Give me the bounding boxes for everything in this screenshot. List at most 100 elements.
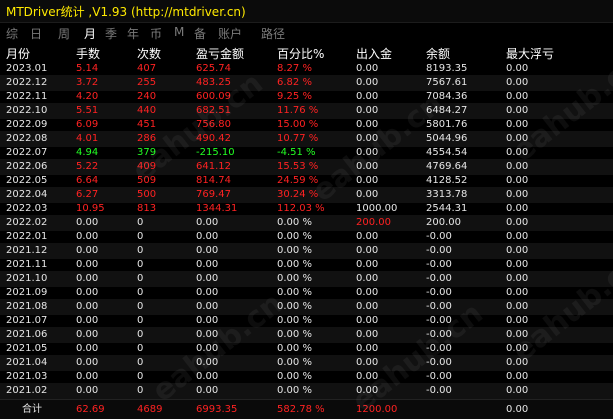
cell-balance: -0.00 <box>426 315 452 326</box>
cell-month: 2021.11 <box>6 259 48 270</box>
cell-percent: 0.00 % <box>277 259 312 270</box>
tab-account[interactable]: 账户 <box>218 25 242 42</box>
cell-balance: 5801.76 <box>426 119 468 130</box>
cell-drawdown: 0.00 <box>506 343 529 354</box>
cell-deposit: 0.00 <box>356 175 379 186</box>
cell-profit: 0.00 <box>196 357 219 368</box>
total-lots: 62.69 <box>76 404 105 415</box>
cell-percent: 9.25 % <box>277 91 312 102</box>
cell-month: 2021.08 <box>6 301 48 312</box>
cell-profit: 490.42 <box>196 133 231 144</box>
cell-balance: 2544.31 <box>426 203 468 214</box>
cell-orders: 0 <box>137 315 144 326</box>
cell-profit: 0.00 <box>196 273 219 284</box>
cell-percent: 10.77 % <box>277 133 319 144</box>
cell-drawdown: 0.00 <box>506 91 529 102</box>
cell-balance: 6484.27 <box>426 105 468 116</box>
tab-year[interactable]: 年 <box>127 25 139 42</box>
total-row: 合计 62.69 4689 6993.35 582.78 % 1200.00 0… <box>0 399 613 419</box>
cell-balance: 8193.35 <box>426 63 468 74</box>
cell-deposit: 0.00 <box>356 91 379 102</box>
tab-month[interactable]: 月 <box>84 25 96 42</box>
cell-month: 2021.03 <box>6 371 48 382</box>
tab-notes[interactable]: 备 <box>194 25 206 42</box>
cell-balance: -0.00 <box>426 273 452 284</box>
cell-percent: 0.00 % <box>277 301 312 312</box>
cell-deposit: 1000.00 <box>356 203 398 214</box>
cell-profit: 0.00 <box>196 371 219 382</box>
cell-orders: 286 <box>137 133 157 144</box>
tab-week[interactable]: 周 <box>58 25 70 42</box>
cell-percent: 0.00 % <box>277 329 312 340</box>
cell-lots: 4.01 <box>76 133 99 144</box>
cell-orders: 0 <box>137 245 144 256</box>
cell-lots: 6.09 <box>76 119 99 130</box>
cell-drawdown: 0.00 <box>506 301 529 312</box>
tab-path[interactable]: 路径 <box>261 25 285 42</box>
cell-drawdown: 0.00 <box>506 77 529 88</box>
header-orders: 次数 <box>137 47 162 61</box>
cell-lots: 0.00 <box>76 343 99 354</box>
cell-profit: 0.00 <box>196 245 219 256</box>
cell-month: 2022.01 <box>6 231 48 242</box>
cell-orders: 500 <box>137 189 157 200</box>
cell-deposit: 0.00 <box>356 357 379 368</box>
cell-percent: 24.59 % <box>277 175 319 186</box>
cell-orders: 0 <box>137 231 144 242</box>
cell-deposit: 0.00 <box>356 77 379 88</box>
cell-drawdown: 0.00 <box>506 63 529 74</box>
cell-percent: 0.00 % <box>277 273 312 284</box>
cell-month: 2021.09 <box>6 287 48 298</box>
cell-balance: 4128.52 <box>426 175 468 186</box>
window-title: MTDriver统计 ,V1.93 (http://mtdriver.cn) <box>6 5 246 19</box>
cell-deposit: 0.00 <box>356 231 379 242</box>
tab-summary[interactable]: 综 <box>6 25 18 42</box>
cell-profit: 625.74 <box>196 63 231 74</box>
cell-orders: 0 <box>137 329 144 340</box>
tab-quarter[interactable]: 季 <box>105 25 117 42</box>
cell-orders: 407 <box>137 63 157 74</box>
tab-m[interactable]: M <box>174 25 184 39</box>
tab-currency[interactable]: 币 <box>150 25 162 42</box>
cell-percent: 0.00 % <box>277 287 312 298</box>
cell-orders: 0 <box>137 371 144 382</box>
cell-lots: 4.20 <box>76 91 99 102</box>
title-bar: MTDriver统计 ,V1.93 (http://mtdriver.cn) <box>0 0 613 23</box>
cell-lots: 0.00 <box>76 217 99 228</box>
cell-orders: 440 <box>137 105 157 116</box>
cell-month: 2022.03 <box>6 203 48 214</box>
header-balance: 余额 <box>426 47 451 61</box>
cell-lots: 0.00 <box>76 315 99 326</box>
cell-month: 2021.02 <box>6 385 48 396</box>
cell-orders: 409 <box>137 161 157 172</box>
cell-percent: 0.00 % <box>277 245 312 256</box>
cell-drawdown: 0.00 <box>506 259 529 270</box>
cell-drawdown: 0.00 <box>506 287 529 298</box>
cell-deposit: 0.00 <box>356 133 379 144</box>
cell-balance: 7084.36 <box>426 91 468 102</box>
cell-orders: 451 <box>137 119 157 130</box>
cell-deposit: 200.00 <box>356 217 391 228</box>
cell-drawdown: 0.00 <box>506 231 529 242</box>
cell-deposit: 0.00 <box>356 371 379 382</box>
cell-deposit: 0.00 <box>356 287 379 298</box>
cell-percent: 8.27 % <box>277 63 312 74</box>
total-deposit: 1200.00 <box>356 404 398 415</box>
cell-percent: 6.82 % <box>277 77 312 88</box>
cell-orders: 240 <box>137 91 157 102</box>
cell-profit: 0.00 <box>196 329 219 340</box>
cell-lots: 0.00 <box>76 245 99 256</box>
cell-profit: 0.00 <box>196 301 219 312</box>
total-label: 合计 <box>22 404 42 415</box>
cell-balance: 4554.54 <box>426 147 468 158</box>
cell-profit: 0.00 <box>196 259 219 270</box>
cell-percent: 0.00 % <box>277 315 312 326</box>
cell-profit: 756.80 <box>196 119 231 130</box>
cell-orders: 379 <box>137 147 157 158</box>
tab-day[interactable]: 日 <box>30 25 42 42</box>
cell-profit: 0.00 <box>196 231 219 242</box>
cell-deposit: 0.00 <box>356 273 379 284</box>
cell-percent: 11.76 % <box>277 105 319 116</box>
cell-month: 2022.11 <box>6 91 48 102</box>
cell-lots: 10.95 <box>76 203 105 214</box>
